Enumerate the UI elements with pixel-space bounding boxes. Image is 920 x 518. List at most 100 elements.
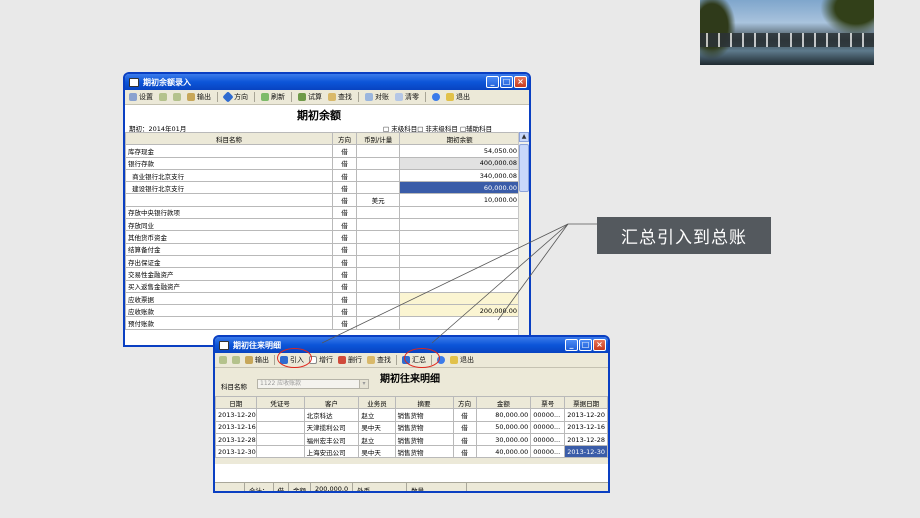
exit-button[interactable]: 退出 <box>446 92 470 102</box>
currency-cell[interactable]: 美元 <box>356 193 401 207</box>
direction-cell[interactable]: 借 <box>331 291 358 306</box>
summary-cell[interactable]: 销售货物 <box>394 420 454 434</box>
voucher-cell[interactable] <box>255 420 305 434</box>
direction-cell[interactable]: 借 <box>331 205 358 220</box>
table-row[interactable]: 建设银行北京支行借 60,000.00 <box>125 181 520 195</box>
direction-cell[interactable]: 借 <box>331 267 358 281</box>
balance-cell[interactable] <box>399 279 520 293</box>
balance-cell[interactable] <box>399 242 520 256</box>
direction-cell[interactable]: 借 <box>452 408 477 422</box>
subject-name[interactable]: 库存现金 <box>125 144 333 158</box>
bill-date-cell[interactable]: 2013-12-28 <box>564 432 608 447</box>
direction-cell[interactable]: 借 <box>331 193 358 207</box>
currency-cell[interactable] <box>356 230 401 244</box>
close-button[interactable]: × <box>514 76 527 88</box>
table-row[interactable]: 应收票据借 <box>125 291 520 306</box>
balance-cell[interactable]: 200,000.00 <box>399 304 520 318</box>
table-row[interactable]: 2013-12-20 北京科达 赵立 销售货物借 80,000.00 00000... 20… <box>215 408 608 422</box>
currency-cell[interactable] <box>356 205 401 220</box>
scroll-up-arrow[interactable]: ▲ <box>519 132 529 142</box>
subject-name[interactable]: 应收票据 <box>125 291 333 306</box>
balance-cell[interactable] <box>399 230 520 244</box>
amount-cell[interactable]: 40,000.00 <box>475 445 532 459</box>
balance-cell[interactable]: 54,050.00 <box>399 144 520 158</box>
add-row-button[interactable]: 增行 <box>309 355 333 365</box>
table-row[interactable]: 2013-12-28 福州宏丰公司 赵立 销售货物借 30,000.00 00000...… <box>215 432 608 447</box>
currency-cell[interactable] <box>356 279 401 293</box>
salesperson-cell[interactable]: 赵立 <box>358 432 396 447</box>
subject-name[interactable]: 买入返售金融资产 <box>125 279 333 293</box>
direction-cell[interactable]: 借 <box>331 168 358 183</box>
table-row[interactable]: 其他货币资金借 <box>125 230 520 244</box>
voucher-cell[interactable] <box>255 432 305 447</box>
balance-cell[interactable]: 10,000.00 <box>399 193 520 207</box>
summary-cell[interactable]: 销售货物 <box>394 408 454 422</box>
amount-cell[interactable]: 80,000.00 <box>475 408 532 422</box>
chevron-down-icon[interactable]: ▾ <box>359 380 368 388</box>
subject-name[interactable]: 存放中央银行款项 <box>125 205 333 220</box>
subject-name[interactable] <box>125 193 333 207</box>
minimize-button[interactable]: _ <box>565 339 578 351</box>
currency-cell[interactable] <box>356 156 401 170</box>
find-button[interactable]: 查找 <box>328 92 352 102</box>
subject-name[interactable]: 应收账款 <box>125 304 333 318</box>
trial-balance-button[interactable]: 试算 <box>298 92 322 102</box>
bill-no-cell[interactable]: 00000... <box>530 432 566 447</box>
summary-cell[interactable]: 销售货物 <box>394 432 454 447</box>
bill-date-cell[interactable]: 2013-12-16 <box>564 420 608 434</box>
export-button[interactable]: 输出 <box>245 355 269 365</box>
currency-cell[interactable] <box>356 316 401 330</box>
balance-cell[interactable] <box>399 316 520 330</box>
print-icon[interactable] <box>159 93 167 101</box>
table-row[interactable]: 2013-12-16 天津揽利公司 吴中天 销售货物借 50,000.00 00000..… <box>215 420 608 434</box>
direction-cell[interactable]: 借 <box>331 279 358 293</box>
currency-cell[interactable] <box>356 181 401 195</box>
table-row[interactable]: 库存现金借 54,050.00 <box>125 144 520 158</box>
find-button[interactable]: 查找 <box>367 355 391 365</box>
clear-button[interactable]: 清零 <box>395 92 419 102</box>
currency-cell[interactable] <box>356 291 401 306</box>
voucher-cell[interactable] <box>255 445 305 459</box>
direction-cell[interactable]: 借 <box>331 218 358 232</box>
balance-cell[interactable] <box>399 254 520 269</box>
subject-name[interactable]: 建设银行北京支行 <box>125 181 333 195</box>
direction-cell[interactable]: 借 <box>452 445 477 459</box>
subject-name[interactable]: 存放同业 <box>125 218 333 232</box>
direction-cell[interactable]: 借 <box>331 181 358 195</box>
amount-cell[interactable]: 50,000.00 <box>475 420 532 434</box>
bill-no-cell[interactable]: 00000... <box>530 420 566 434</box>
bill-no-cell[interactable]: 00000... <box>530 445 566 459</box>
subject-select[interactable]: 1122 应收账款 ▾ <box>257 379 369 389</box>
currency-cell[interactable] <box>356 168 401 183</box>
table-row[interactable]: 买入返售金融资产借 <box>125 279 520 293</box>
bill-date-cell[interactable]: 2013-12-30 <box>564 445 608 459</box>
maximize-button[interactable]: □ <box>579 339 592 351</box>
close-button[interactable]: × <box>593 339 606 351</box>
preview-icon[interactable] <box>232 356 240 364</box>
direction-cell[interactable]: 借 <box>331 304 358 318</box>
bill-date-cell[interactable]: 2013-12-20 <box>564 408 608 422</box>
date-cell[interactable]: 2013-12-28 <box>215 432 257 447</box>
balance-cell[interactable]: 60,000.00 <box>399 181 520 195</box>
salesperson-cell[interactable]: 吴中天 <box>358 445 396 459</box>
print-icon[interactable] <box>219 356 227 364</box>
date-cell[interactable]: 2013-12-30 <box>215 445 257 459</box>
subject-name[interactable]: 交易性金融资产 <box>125 267 333 281</box>
customer-cell[interactable]: 天津揽利公司 <box>303 420 360 434</box>
scroll-thumb[interactable] <box>519 144 529 192</box>
table-row[interactable]: 结算备付金借 <box>125 242 520 256</box>
currency-cell[interactable] <box>356 144 401 158</box>
direction-cell[interactable]: 借 <box>331 242 358 256</box>
table-row[interactable]: 存放中央银行款项借 <box>125 205 520 220</box>
balance-cell[interactable]: 340,000.08 <box>399 168 520 183</box>
direction-cell[interactable]: 借 <box>452 420 477 434</box>
exit-button[interactable]: 退出 <box>450 355 474 365</box>
balance-cell[interactable] <box>399 291 520 306</box>
balance-cell[interactable] <box>399 267 520 281</box>
maximize-button[interactable]: □ <box>500 76 513 88</box>
date-cell[interactable]: 2013-12-16 <box>215 420 257 434</box>
direction-button[interactable]: 方向 <box>222 91 248 103</box>
table-row[interactable]: 借美元 10,000.00 <box>125 193 520 207</box>
direction-cell[interactable]: 借 <box>331 156 358 170</box>
table-row[interactable]: 应收账款借 200,000.00 <box>125 304 520 318</box>
